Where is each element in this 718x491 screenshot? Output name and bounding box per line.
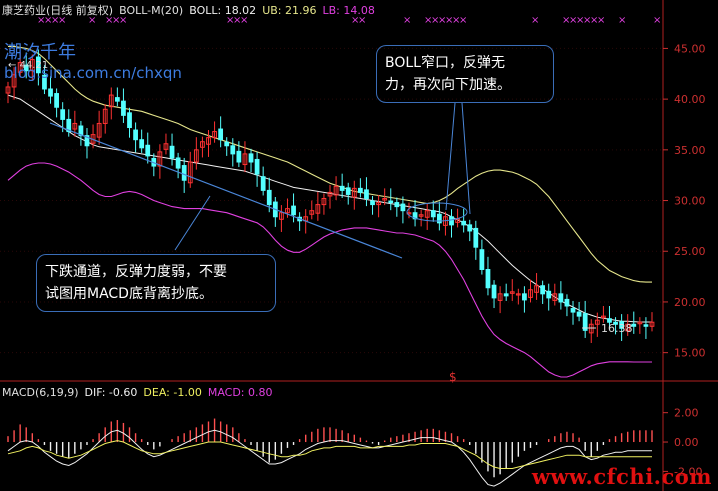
- event-marker: ×: [459, 15, 467, 26]
- candle-down: [121, 100, 126, 116]
- channel-note-line1: 下跌通道，反弹力度弱，不要: [45, 264, 227, 280]
- candle-down: [479, 249, 485, 270]
- candle-down: [473, 227, 479, 248]
- dif-value: DIF: -0.60: [84, 386, 138, 399]
- candle-down: [54, 93, 59, 108]
- macd-tick-label: 0.00: [674, 436, 699, 449]
- candle-down: [491, 284, 497, 299]
- boll-note-line1: BOLL窄口，反弹无: [385, 55, 505, 71]
- candle-down: [133, 129, 138, 141]
- candle-down: [540, 285, 546, 295]
- macd-header: MACD(6,19,9) DIF: -0.60 DEA: -1.00 MACD: 0.…: [2, 386, 279, 399]
- price-tick-label: 35.00: [674, 144, 706, 157]
- candle-down: [643, 324, 649, 327]
- event-marker: ×: [618, 15, 626, 26]
- candle-down: [357, 187, 363, 193]
- candle-down: [291, 205, 296, 216]
- candle-down: [114, 97, 120, 102]
- candle-down: [60, 109, 66, 120]
- candle-down: [485, 268, 491, 289]
- candle-down: [546, 290, 552, 299]
- candle-down: [370, 200, 375, 206]
- candle-down: [127, 112, 132, 129]
- price-tick-label: 25.00: [674, 245, 706, 258]
- candle-down: [266, 189, 272, 206]
- ub-value: UB: 21.96: [262, 4, 317, 17]
- candle-down: [175, 157, 181, 169]
- candle-down: [260, 176, 266, 191]
- boll-note: BOLL窄口，反弹无 力，再次向下加速。: [376, 45, 554, 103]
- low-label: 16.38: [580, 322, 633, 335]
- watermark-site: www.cfchi.com: [531, 464, 712, 489]
- dollar-marker: $: [449, 370, 457, 384]
- indicator-name: BOLL-M(20): [119, 4, 184, 17]
- price-header: 康芝药业(日线 前复权) BOLL-M(20) BOLL: 18.02 UB: 21.…: [2, 2, 381, 18]
- candle-down: [430, 210, 436, 218]
- event-marker: ×: [531, 15, 539, 26]
- stock-title: 康芝药业(日线 前复权): [2, 4, 114, 17]
- candle-down: [461, 220, 467, 226]
- price-tick-label: 30.00: [674, 195, 706, 208]
- candle-down: [400, 203, 406, 212]
- candle-down: [169, 145, 175, 159]
- candle-down: [436, 213, 442, 224]
- lb-value: LB: 14.08: [322, 4, 375, 17]
- candle-down: [224, 141, 230, 147]
- macd-name: MACD(6,19,9): [2, 386, 79, 399]
- high-label-value: 44.21: [19, 60, 49, 71]
- dea-value: DEA: -1.00: [143, 386, 202, 399]
- candle-down: [48, 88, 53, 97]
- candle-down: [339, 185, 345, 191]
- boll-value: BOLL: 18.02: [189, 4, 257, 17]
- channel-note-line2: 试图用MACD底背离抄底。: [45, 286, 213, 302]
- candle-down: [576, 311, 582, 317]
- candle-down: [503, 293, 509, 297]
- price-tick-label: 15.00: [674, 347, 706, 360]
- candle-down: [564, 298, 570, 307]
- candle-down: [558, 293, 564, 303]
- macd-value: MACD: 0.80: [207, 386, 273, 399]
- price-tick-label: 45.00: [674, 42, 706, 55]
- boll-note-line2: 力，再次向下加速。: [385, 77, 511, 93]
- event-marker: ×: [653, 15, 661, 26]
- candle-down: [145, 144, 151, 157]
- candle-down: [248, 153, 254, 163]
- candle-down: [467, 224, 473, 232]
- event-marker: ×: [403, 15, 411, 26]
- candle-down: [230, 145, 236, 155]
- candle-down: [236, 150, 242, 163]
- candle-down: [181, 165, 187, 181]
- price-tick-label: 40.00: [674, 93, 706, 106]
- candle-down: [218, 128, 224, 141]
- candle-down: [394, 202, 400, 208]
- candle-down: [139, 139, 145, 149]
- channel-note: 下跌通道，反弹力度弱，不要 试图用MACD底背离抄底。: [36, 254, 276, 312]
- candle-down: [345, 187, 351, 195]
- high-label: ← 44.21: [8, 60, 49, 71]
- candle-down: [570, 308, 576, 313]
- low-label-value: 16.38: [600, 322, 633, 335]
- price-tick-label: 20.00: [674, 296, 706, 309]
- event-marker: ×: [597, 15, 605, 26]
- candle-down: [254, 158, 260, 175]
- candle-down: [522, 293, 527, 301]
- candle-down: [364, 189, 369, 200]
- candle-down: [449, 216, 454, 226]
- macd-tick-label: 2.00: [674, 407, 699, 420]
- candle-down: [388, 200, 394, 204]
